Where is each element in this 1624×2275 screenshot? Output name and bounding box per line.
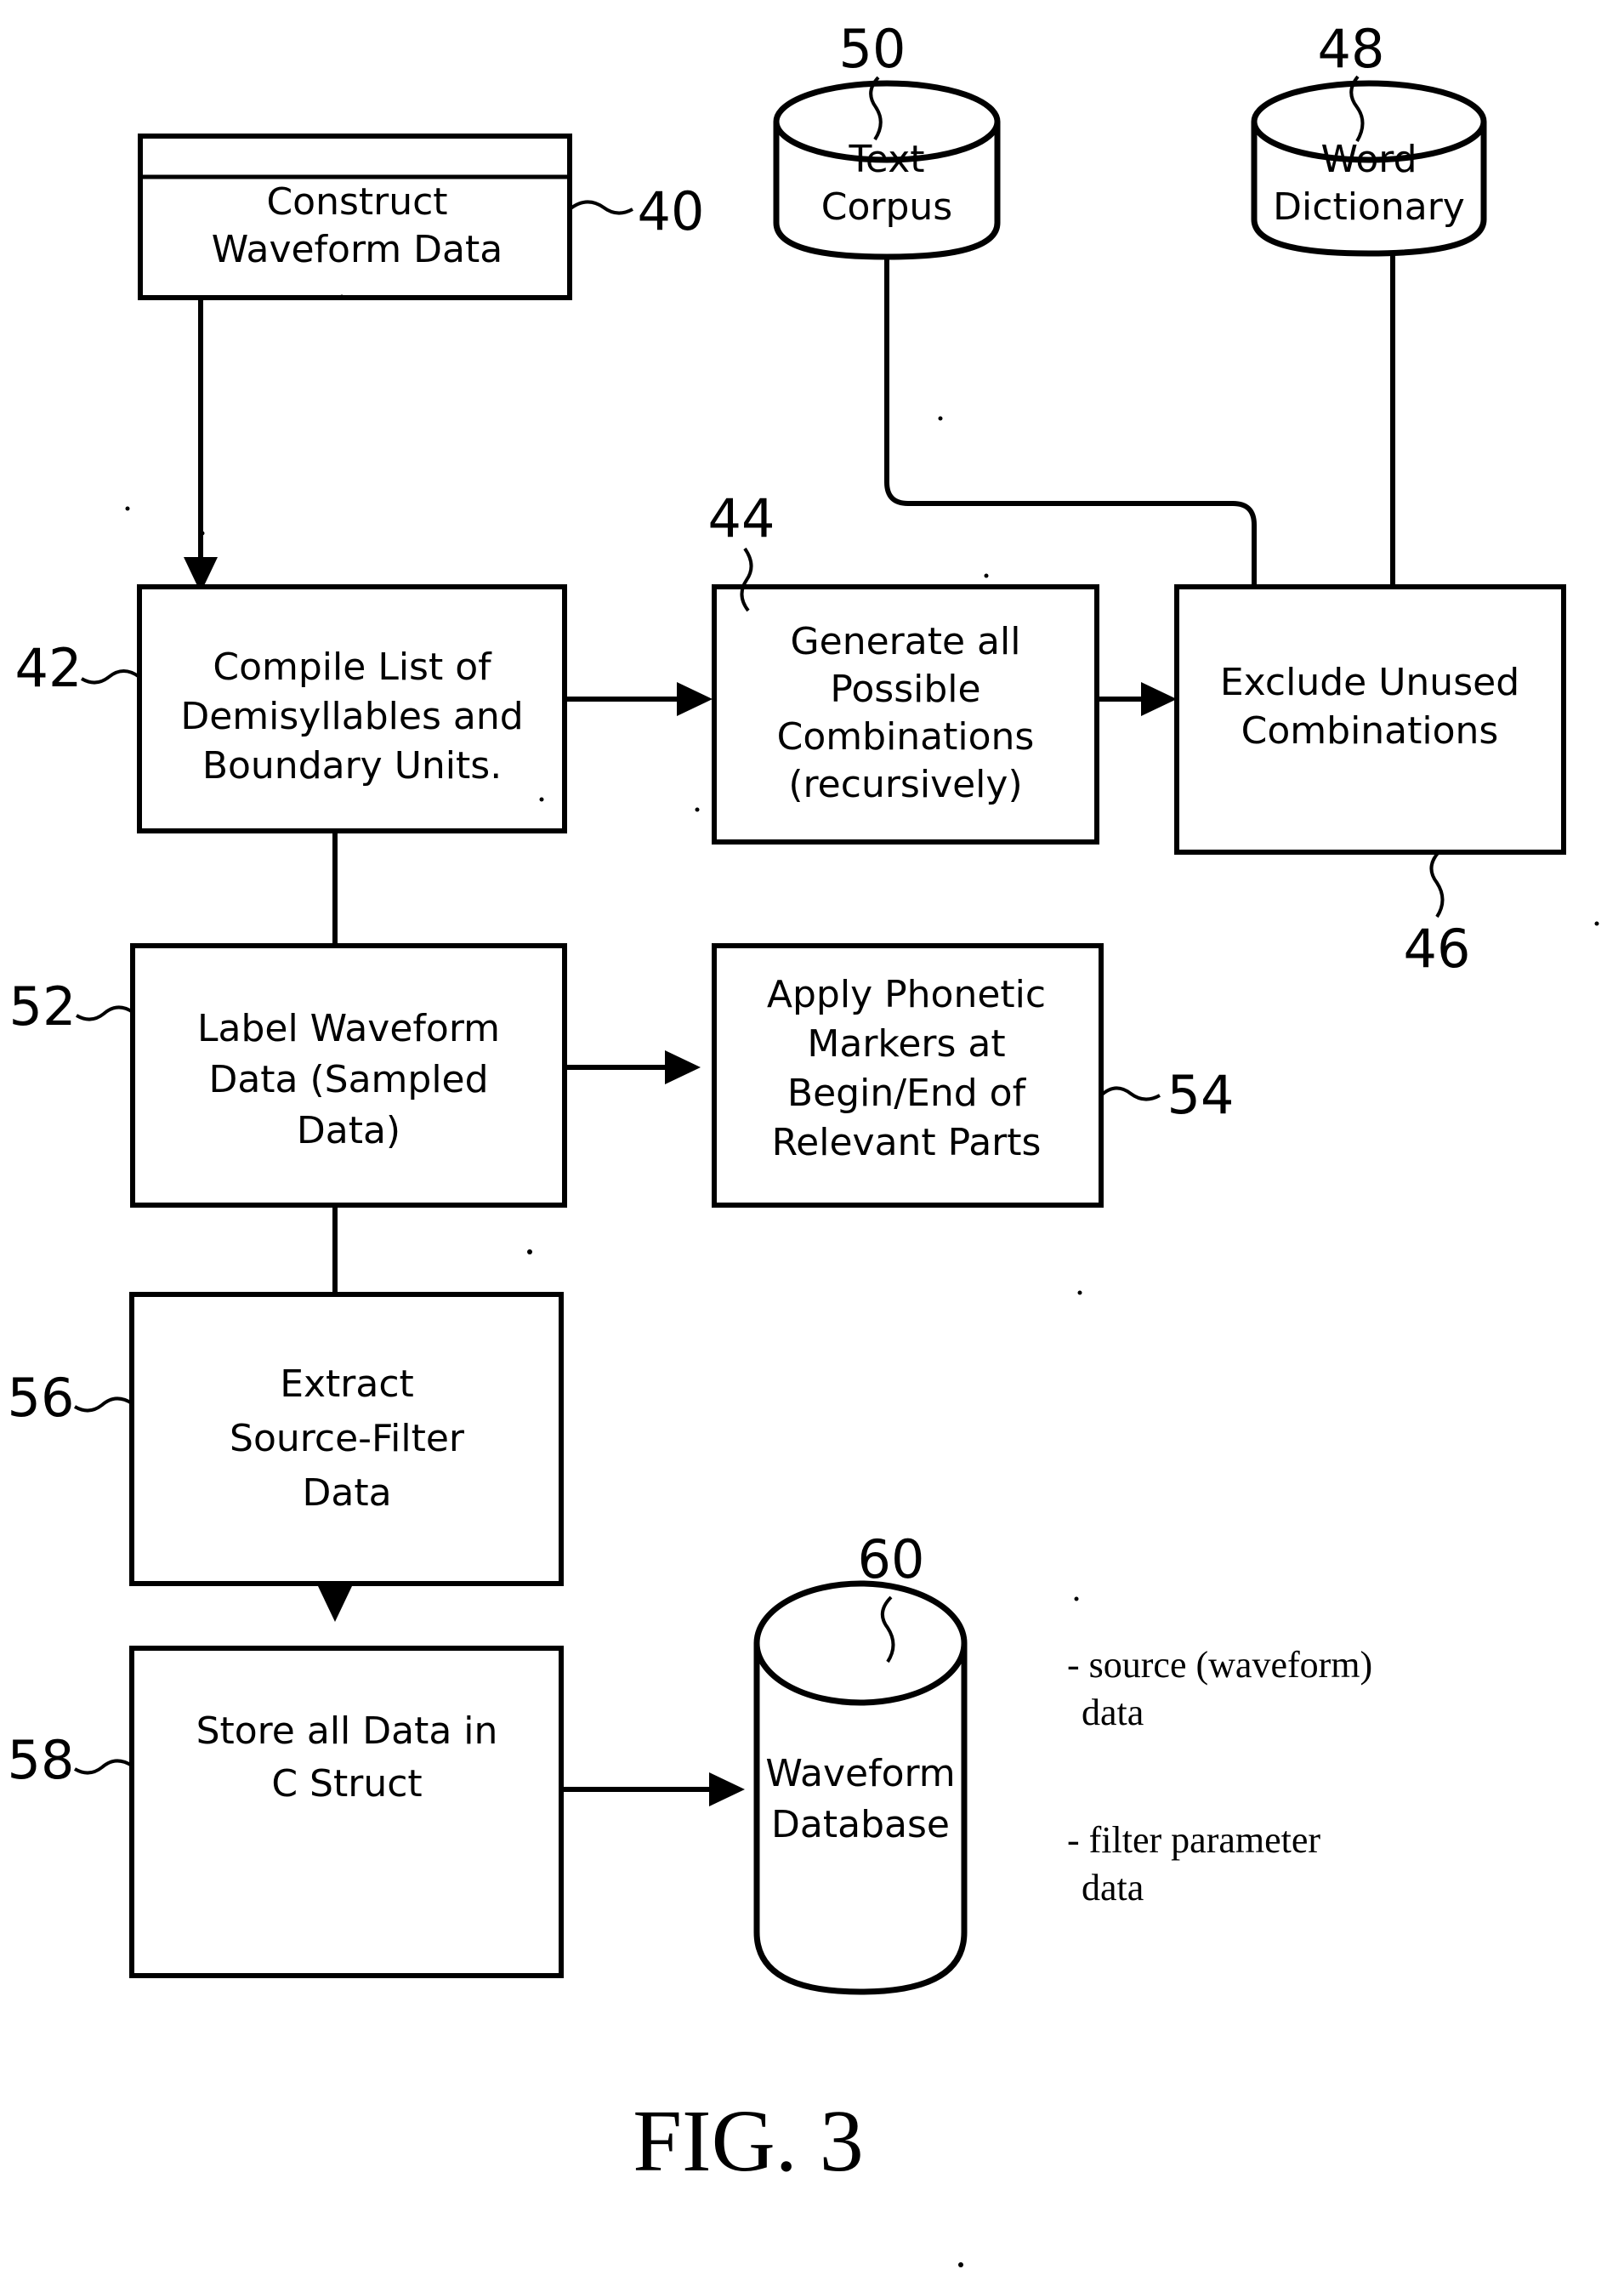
store-c-struct-line-2: C Struct	[271, 1762, 422, 1806]
node-construct-waveform[interactable]: Construct Waveform Data	[138, 134, 572, 300]
ref-number-42: 42	[15, 637, 82, 699]
extract-source-filter-line-2: Source-Filter	[230, 1417, 465, 1460]
generate-combinations-line-1: Generate all	[791, 620, 1021, 663]
store-c-struct-box[interactable]	[129, 1646, 564, 1978]
compile-list-line-3: Boundary Units.	[202, 744, 502, 788]
ref-number-44: 44	[708, 487, 775, 549]
leader-line-42	[80, 669, 141, 685]
node-exclude-combinations[interactable]: Exclude Unused Combinations	[1174, 584, 1566, 855]
node-compile-list[interactable]: Compile List of Demisyllables and Bounda…	[137, 584, 567, 833]
label-waveform-line-2: Data (Sampled	[208, 1058, 488, 1101]
leader-line-54	[1099, 1086, 1161, 1101]
generate-combinations-line-4: (recursively)	[788, 763, 1022, 806]
apply-markers-line-1: Apply Phonetic	[767, 973, 1046, 1016]
node-label-waveform[interactable]: Label Waveform Data (Sampled Data)	[130, 943, 567, 1208]
node-apply-markers[interactable]: Apply Phonetic Markers at Begin/End of R…	[712, 943, 1104, 1208]
apply-markers-line-3: Begin/End of	[787, 1072, 1027, 1115]
scan-speck	[695, 807, 700, 812]
ref-number-48: 48	[1318, 18, 1385, 80]
leader-line-52	[75, 1005, 134, 1021]
generate-combinations-line-2: Possible	[830, 668, 980, 711]
ref-number-50: 50	[839, 18, 906, 80]
ref-number-46: 46	[1404, 918, 1471, 980]
store-c-struct-line-1: Store all Data in	[196, 1709, 498, 1753]
apply-markers-line-2: Markers at	[807, 1022, 1005, 1066]
waveform-database-line-1: Waveform	[765, 1752, 955, 1795]
leader-line-58	[73, 1759, 133, 1775]
label-waveform-line-1: Label Waveform	[197, 1007, 500, 1050]
leader-line-40	[568, 200, 633, 215]
connector-text-corpus-to-exclude	[884, 255, 1257, 587]
node-generate-combinations[interactable]: Generate all Possible Combinations (recu…	[712, 584, 1099, 845]
ref-number-58: 58	[8, 1729, 75, 1791]
word-dictionary-line-2: Dictionary	[1273, 185, 1465, 229]
construct-waveform-line-1: Construct	[266, 180, 447, 224]
scan-speck	[125, 506, 130, 511]
scan-speck	[527, 1249, 532, 1254]
leader-line-46	[1429, 850, 1445, 919]
scan-speck	[1074, 1596, 1079, 1601]
node-text-corpus[interactable]: Text Corpus	[773, 80, 1001, 260]
ref-number-52: 52	[9, 975, 77, 1038]
extract-source-filter-line-3: Data	[302, 1471, 391, 1515]
label-waveform-line-3: Data)	[297, 1109, 400, 1152]
database-content-line-1: - source (waveform)	[1067, 1644, 1372, 1686]
scan-speck	[938, 416, 943, 421]
compile-list-line-2: Demisyllables and	[180, 695, 523, 738]
database-content-line-2: data	[1082, 1692, 1144, 1733]
node-word-dictionary[interactable]: Word Dictionary	[1251, 80, 1487, 257]
exclude-combinations-line-2: Combinations	[1241, 709, 1499, 753]
scan-speck	[984, 573, 989, 578]
scan-speck	[200, 531, 205, 536]
ref-number-60: 60	[858, 1528, 925, 1590]
arrowhead-label-to-apply	[665, 1050, 701, 1084]
node-extract-source-filter[interactable]: Extract Source-Filter Data	[129, 1292, 564, 1586]
construct-waveform-line-2: Waveform Data	[212, 228, 503, 271]
waveform-database-line-2: Database	[771, 1803, 950, 1846]
scan-speck	[1077, 1290, 1082, 1295]
compile-list-line-1: Compile List of	[213, 646, 492, 689]
text-corpus-line-2: Corpus	[821, 185, 952, 229]
scan-speck	[339, 294, 344, 299]
word-dictionary-line-1: Word	[1320, 138, 1417, 181]
leader-line-56	[73, 1396, 133, 1413]
scan-speck	[539, 797, 544, 802]
exclude-combinations-line-1: Exclude Unused	[1220, 661, 1519, 704]
arrowhead-generate-to-exclude	[1141, 682, 1177, 716]
text-corpus-line-1: Text	[849, 138, 925, 181]
scan-speck	[1594, 921, 1599, 926]
extract-source-filter-line-1: Extract	[280, 1362, 414, 1406]
ref-number-54: 54	[1167, 1064, 1235, 1126]
ref-number-56: 56	[8, 1367, 75, 1429]
scan-speck	[958, 2262, 963, 2267]
ref-number-40: 40	[638, 180, 705, 242]
arrowhead-store-to-database	[709, 1772, 745, 1806]
arrowhead-extract-to-store	[318, 1586, 352, 1622]
generate-combinations-line-3: Combinations	[777, 715, 1035, 759]
database-content-line-3: - filter parameter	[1067, 1819, 1320, 1861]
patent-figure: Construct Waveform Data 40 Text Corpus 5…	[0, 0, 1624, 2275]
database-contents-annotation: - source (waveform) data - filter parame…	[1067, 1644, 1372, 1908]
node-waveform-database[interactable]: Waveform Database	[753, 1580, 968, 1995]
database-content-line-4: data	[1082, 1867, 1144, 1908]
arrowhead-compile-to-generate	[677, 682, 713, 716]
flow-diagram-canvas: Construct Waveform Data 40 Text Corpus 5…	[8, 18, 1599, 2267]
waveform-database-cylinder-top	[753, 1580, 968, 1706]
apply-markers-line-4: Relevant Parts	[772, 1121, 1042, 1164]
node-store-c-struct[interactable]: Store all Data in C Struct	[129, 1646, 564, 1978]
figure-caption: FIG. 3	[633, 2092, 864, 2190]
